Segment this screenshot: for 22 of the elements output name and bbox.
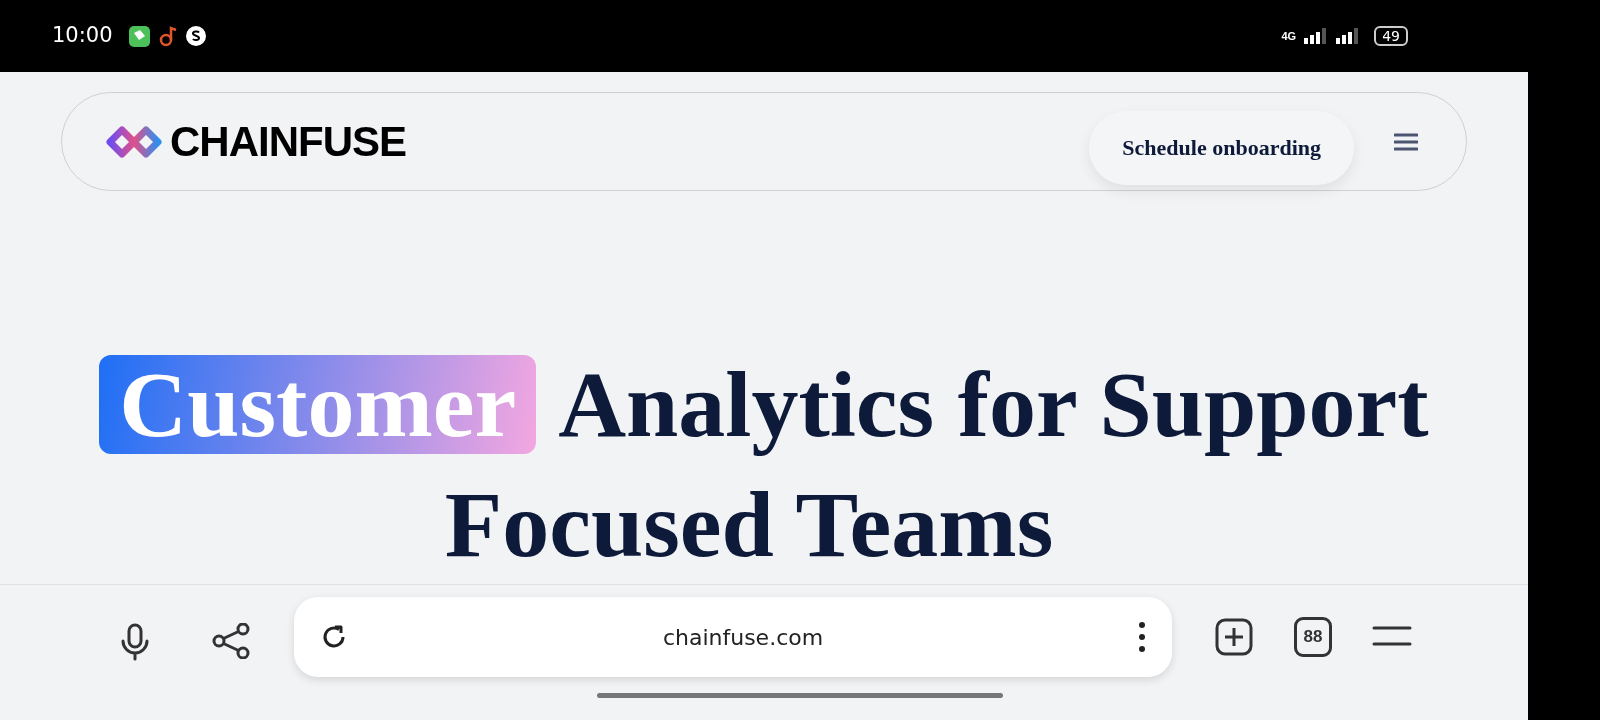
address-bar[interactable]: chainfuse.com [294,597,1172,677]
music-note-icon [157,25,178,47]
logo-icon [106,125,162,158]
app-notification-icon [128,25,150,47]
headline-text: Analytics for Support [558,351,1429,458]
signal-icon [1336,28,1361,44]
new-tab-icon[interactable] [1214,617,1254,657]
headline-text: Focused Teams [444,471,1054,578]
brand-name: CHAINFUSE [170,117,406,167]
share-icon[interactable] [212,623,250,659]
menu-icon[interactable] [1394,131,1418,152]
more-options-icon[interactable] [1138,621,1146,653]
url-text: chainfuse.com [661,623,825,652]
microphone-icon[interactable] [120,623,150,661]
menu-icon[interactable] [1372,625,1412,647]
tab-count-button[interactable]: 88 [1294,617,1332,657]
battery-level: 49 [1374,26,1408,46]
network-type: 4G [1281,28,1297,44]
circle-s-icon [185,26,206,46]
schedule-onboarding-button[interactable]: Schedule onboarding [1089,110,1354,185]
clock-time: 10:00 [52,22,113,50]
signal-icon [1304,28,1329,44]
